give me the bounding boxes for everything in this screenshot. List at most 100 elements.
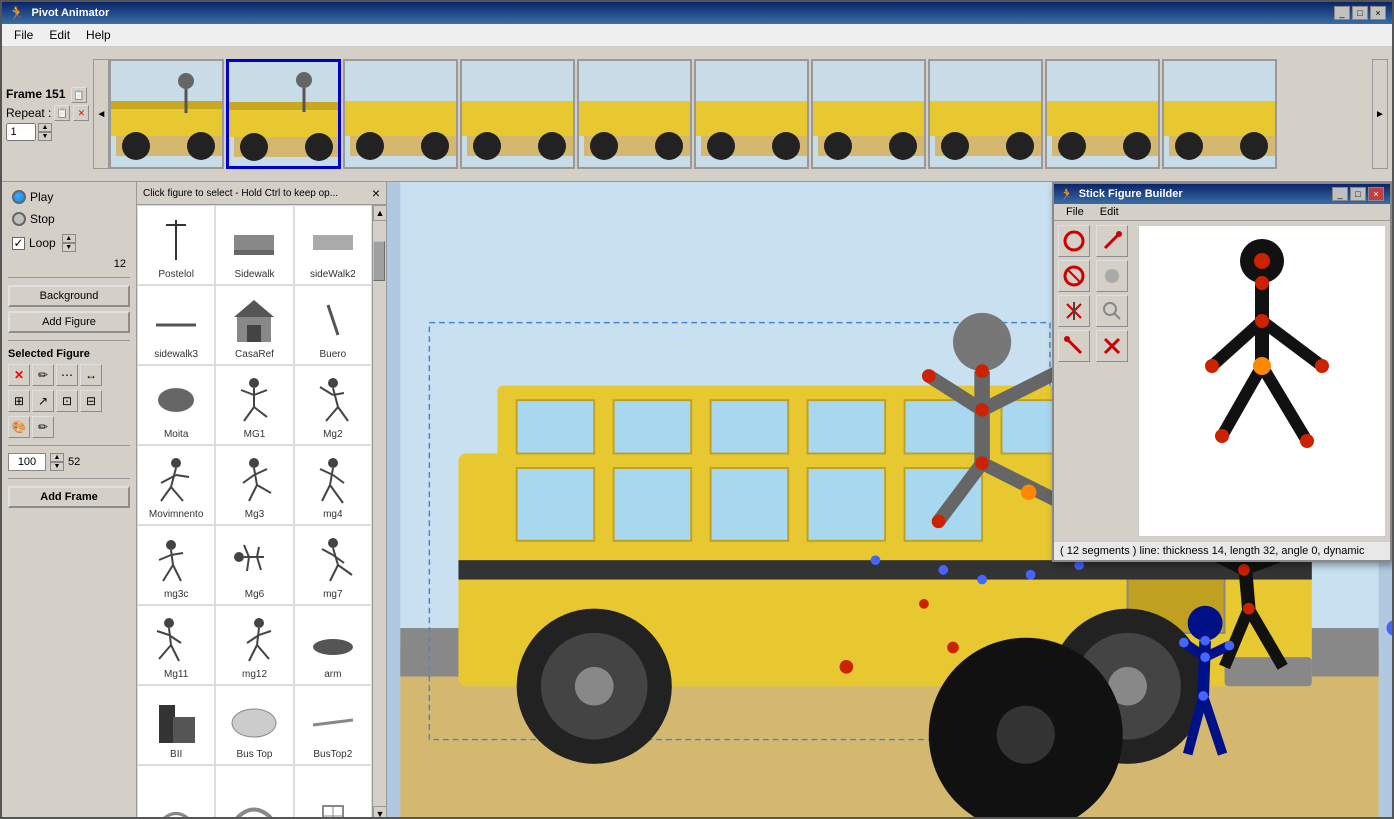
figure-mg3c-label: mg3c xyxy=(164,589,188,600)
delete-figure-button[interactable]: ✕ xyxy=(8,364,30,386)
figure-movimnento[interactable]: Movimnento xyxy=(137,445,215,525)
filmstrip-area: Frame 151 📋 Repeat : 📋 ✕ ▲ ▼ ◄ xyxy=(2,47,1392,182)
add-frame-button[interactable]: Add Frame xyxy=(8,486,130,508)
figure-postelol[interactable]: Postelol xyxy=(137,205,215,285)
sfb-tool-no-circle[interactable] xyxy=(1058,260,1090,292)
stop-control[interactable]: Stop xyxy=(8,210,130,228)
figure-mg11[interactable]: Mg11 xyxy=(137,605,215,685)
zoom-up[interactable]: ▲ xyxy=(50,453,64,462)
repeat-copy-button[interactable]: 📋 xyxy=(54,105,70,121)
figure-arm[interactable]: arm xyxy=(294,605,372,685)
repeat-up[interactable]: ▲ xyxy=(38,123,52,132)
more-button[interactable]: ⋯ xyxy=(56,364,78,386)
maximize-button[interactable]: □ xyxy=(1352,6,1368,20)
figure-mg7[interactable]: mg7 xyxy=(294,525,372,605)
sfb-figure-canvas[interactable] xyxy=(1138,225,1386,537)
figure-bustop[interactable]: Bus Top xyxy=(215,685,293,765)
figure-mg6[interactable]: Mg6 xyxy=(215,525,293,605)
zoom-input[interactable] xyxy=(8,453,46,471)
loop-up[interactable]: ▲ xyxy=(62,234,76,243)
figure-buero[interactable]: Buero xyxy=(294,285,372,365)
frame-thumb-9[interactable] xyxy=(1045,59,1160,169)
move-button[interactable]: ↗ xyxy=(32,390,54,412)
zoom-num: 52 xyxy=(68,456,80,468)
frame-thumb-3[interactable] xyxy=(343,59,458,169)
copy-button[interactable]: ⊡ xyxy=(56,390,78,412)
canvas-area[interactable]: BUS xyxy=(387,182,1392,819)
sfb-tool-line[interactable] xyxy=(1096,225,1128,257)
scroll-thumb[interactable] xyxy=(373,241,385,281)
grid-button[interactable]: ⊞ xyxy=(8,390,30,412)
close-button[interactable]: × xyxy=(1370,6,1386,20)
frame-thumb-10[interactable] xyxy=(1162,59,1277,169)
frame-thumb-5[interactable] xyxy=(577,59,692,169)
background-button[interactable]: Background xyxy=(8,285,130,307)
frame-thumb-6[interactable] xyxy=(694,59,809,169)
figure-extra2[interactable] xyxy=(215,765,293,819)
edit-figure-button[interactable]: ✏ xyxy=(32,364,54,386)
figure-sidewalk3[interactable]: sidewalk3 xyxy=(137,285,215,365)
sfb-minimize[interactable]: _ xyxy=(1332,187,1348,201)
menu-help[interactable]: Help xyxy=(78,26,119,44)
sfb-maximize[interactable]: □ xyxy=(1350,187,1366,201)
sfb-close[interactable]: × xyxy=(1368,187,1384,201)
sfb-status-text: ( 12 segments ) line: thickness 14, leng… xyxy=(1060,545,1365,557)
minimize-button[interactable]: _ xyxy=(1334,6,1350,20)
sfb-tool-delete[interactable] xyxy=(1058,330,1090,362)
repeat-input[interactable] xyxy=(6,123,36,141)
scroll-up[interactable]: ▲ xyxy=(373,205,386,221)
scroll-down[interactable]: ▼ xyxy=(373,806,386,819)
repeat-down[interactable]: ▼ xyxy=(38,132,52,141)
menu-edit[interactable]: Edit xyxy=(41,26,78,44)
figure-moita[interactable]: Moita xyxy=(137,365,215,445)
frame-thumb-8[interactable] xyxy=(928,59,1043,169)
figure-mg3c[interactable]: mg3c xyxy=(137,525,215,605)
sfb-tool-cross[interactable] xyxy=(1096,330,1128,362)
figure-mg1[interactable]: MG1 xyxy=(215,365,293,445)
paste-button[interactable]: ⊟ xyxy=(80,390,102,412)
figure-mg4[interactable]: mg4 xyxy=(294,445,372,525)
figure-bii[interactable]: BII xyxy=(137,685,215,765)
add-figure-button[interactable]: Add Figure xyxy=(8,311,130,333)
figure-buero-label: Buero xyxy=(319,349,346,360)
figure-extra1[interactable] xyxy=(137,765,215,819)
figure-mg12[interactable]: mg12 xyxy=(215,605,293,685)
figure-extra3[interactable] xyxy=(294,765,372,819)
figure-mg3[interactable]: Mg3 xyxy=(215,445,293,525)
frame-thumb-7[interactable] xyxy=(811,59,926,169)
sfb-menu-file[interactable]: File xyxy=(1058,205,1092,219)
frame-thumb-1[interactable] xyxy=(109,59,224,169)
figure-scrollbar[interactable]: ▲ ▼ xyxy=(372,205,386,819)
figure-sidewalk[interactable]: Sidewalk xyxy=(215,205,293,285)
figure-postelol-label: Postelol xyxy=(158,269,194,280)
sfb-tool-dot[interactable] xyxy=(1096,260,1128,292)
flip-button[interactable]: ↔ xyxy=(80,364,102,386)
zoom-down[interactable]: ▼ xyxy=(50,462,64,471)
filmstrip-scroll-right[interactable]: ► xyxy=(1372,59,1388,169)
play-control[interactable]: Play xyxy=(8,188,130,206)
repeat-delete-button[interactable]: ✕ xyxy=(73,105,89,121)
frame-copy-button[interactable]: 📋 xyxy=(71,87,87,103)
figure-casaref[interactable]: CasaRef xyxy=(215,285,293,365)
pencil-button[interactable]: ✏ xyxy=(32,416,54,438)
loop-down[interactable]: ▼ xyxy=(62,243,76,252)
filmstrip-scroll-left[interactable]: ◄ xyxy=(93,59,109,169)
sfb-menu-edit[interactable]: Edit xyxy=(1092,205,1127,219)
play-radio xyxy=(12,190,26,204)
sfb-tool-zoom[interactable] xyxy=(1096,295,1128,327)
loop-checkbox[interactable]: ✓ xyxy=(12,237,25,250)
sfb-tool-resize[interactable] xyxy=(1058,295,1090,327)
sfb-tool-circle[interactable] xyxy=(1058,225,1090,257)
color-button[interactable]: 🎨 xyxy=(8,416,30,438)
figure-bustop-label: Bus Top xyxy=(237,749,273,760)
figure-sidewalk2[interactable]: sideWalk2 xyxy=(294,205,372,285)
figure-bustop2[interactable]: BusTop2 xyxy=(294,685,372,765)
frame-thumb-2[interactable] xyxy=(226,59,341,169)
sfb-icon: 🏃 xyxy=(1060,188,1074,201)
menu-file[interactable]: File xyxy=(6,26,41,44)
loop-control[interactable]: ✓ Loop ▲ ▼ xyxy=(8,232,130,254)
loop-label: Loop xyxy=(29,236,56,250)
frame-thumb-4[interactable] xyxy=(460,59,575,169)
figure-panel-close[interactable]: × xyxy=(372,185,380,201)
figure-mg2[interactable]: Mg2 xyxy=(294,365,372,445)
